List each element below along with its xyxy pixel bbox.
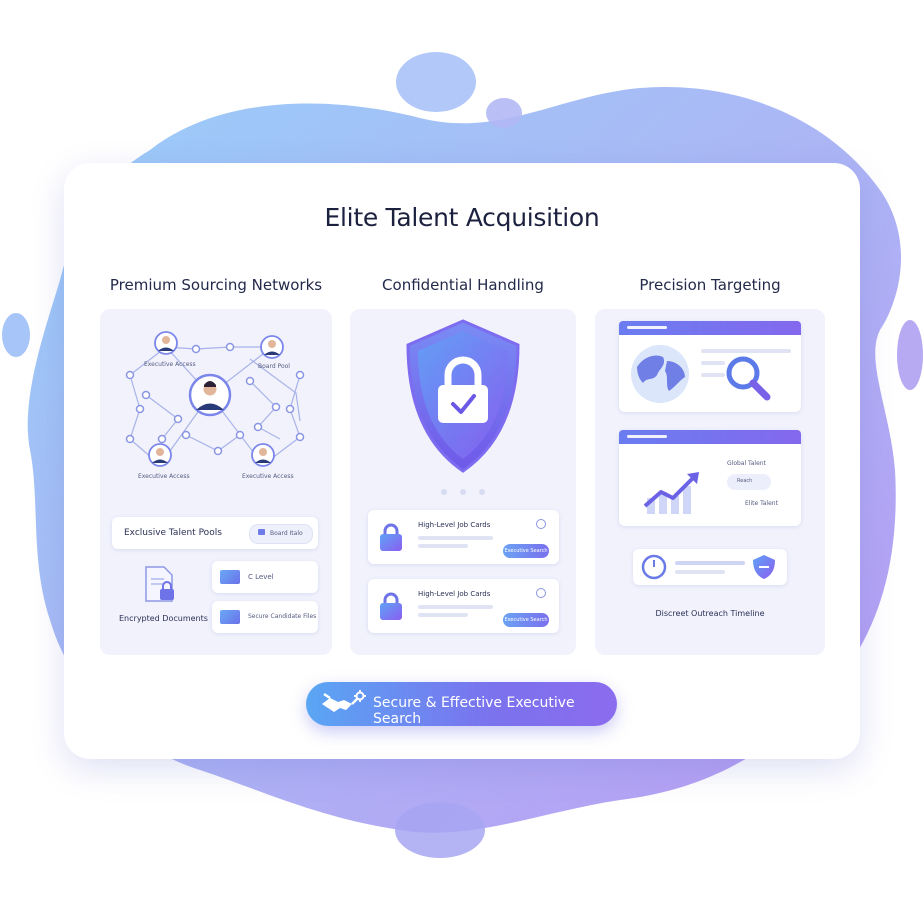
col-title-precision: Precision Targeting: [639, 276, 781, 294]
col-title-sourcing: Premium Sourcing Networks: [109, 276, 323, 294]
network-label-4: Executive Access: [242, 473, 294, 480]
network-label-3: Executive Access: [138, 473, 190, 480]
document-icon: [145, 566, 174, 602]
pool-badge-label: Board Italo: [270, 530, 303, 537]
encrypted-docs-label: Encrypted Documents: [119, 614, 208, 623]
folder-row-2[interactable]: Secure Candidate Files: [212, 601, 318, 633]
gear-icon[interactable]: [536, 588, 546, 598]
network-label-2: Board Pool: [258, 363, 290, 370]
chart-mini-label: Reach: [737, 478, 753, 484]
talent-pool-label: Exclusive Talent Pools: [124, 528, 222, 538]
trend-chart-icon: [643, 472, 699, 514]
network-diagram: [125, 331, 305, 467]
talent-pool-row[interactable]: Exclusive Talent Pools Board Italo: [112, 517, 318, 549]
network-label-1: Executive Access: [144, 361, 196, 368]
clock-icon: [641, 554, 667, 580]
folder-row-1[interactable]: C Level: [212, 561, 318, 593]
chart-sub: Elite Talent: [745, 500, 778, 507]
lock-icon: [258, 529, 265, 535]
magnifier-icon[interactable]: [723, 353, 773, 403]
job-card-1[interactable]: High-Level Job Cards Executive Search: [368, 510, 559, 564]
shield-icon: [753, 555, 775, 579]
page-title: Elite Talent Acquisition: [324, 203, 600, 232]
shield-icon: [406, 319, 520, 473]
panel-sourcing: Executive Access Board Pool Executive Ac…: [100, 309, 332, 655]
lock-icon: [380, 592, 402, 620]
chart-badge: Global Talent: [727, 460, 766, 467]
folder-icon: [220, 610, 240, 624]
executive-search-button[interactable]: Secure & Effective Executive Search: [306, 682, 617, 727]
folder-label-2: Secure Candidate Files: [248, 613, 317, 620]
folder-icon: [220, 570, 240, 584]
pool-badge[interactable]: Board Italo: [249, 524, 313, 544]
job-card-button-2[interactable]: Executive Search: [503, 613, 549, 627]
chart-mini-pill: Reach: [727, 474, 771, 490]
avatar-icon: [188, 373, 232, 417]
job-card-2[interactable]: High-Level Job Cards Executive Search: [368, 579, 559, 633]
lock-icon: [380, 523, 402, 551]
col-title-confidential: Confidential Handling: [382, 276, 544, 294]
cta-label: Secure & Effective Executive Search: [373, 695, 575, 727]
job-card-title-2: High-Level Job Cards: [418, 590, 491, 598]
gear-icon: [354, 690, 366, 702]
gear-icon[interactable]: [536, 519, 546, 529]
job-card-button-1[interactable]: Executive Search: [503, 544, 549, 558]
folder-label-1: C Level: [248, 573, 274, 581]
globe-icon: [631, 345, 689, 403]
trend-window[interactable]: Global Talent Reach Elite Talent: [619, 430, 801, 526]
timeline-label: Discreet Outreach Timeline: [655, 609, 765, 618]
timeline-card[interactable]: [633, 549, 787, 585]
job-card-title-1: High-Level Job Cards: [418, 521, 491, 529]
search-window[interactable]: [619, 321, 801, 412]
panel-confidential: High-Level Job Cards Executive Search Hi…: [350, 309, 576, 655]
main-card: Elite Talent Acquisition Premium Sourcin…: [64, 163, 860, 759]
panel-precision: Global Talent Reach Elite Talent Discree…: [595, 309, 825, 655]
